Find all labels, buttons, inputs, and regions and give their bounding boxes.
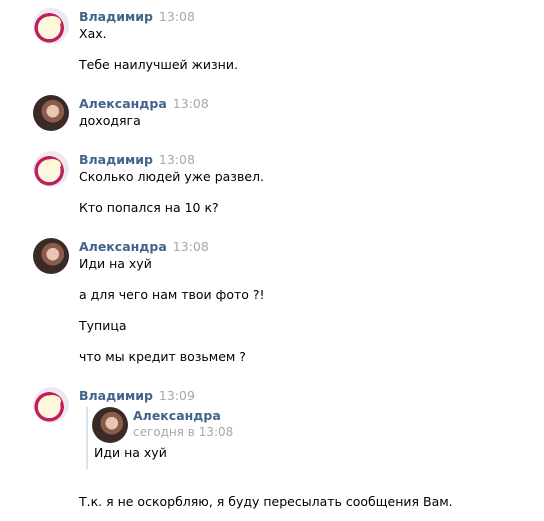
forwarded-text: Иди на хуй <box>94 445 167 460</box>
message-header: Владимир 13:09 <box>79 387 195 404</box>
message-group: Владимир 13:09 Александра сегодня в 13:08… <box>0 387 544 512</box>
avatar[interactable] <box>92 407 128 443</box>
message-group: Владимир 13:08 Сколько людей уже развел. … <box>0 151 544 221</box>
message-text: доходяга <box>79 113 141 128</box>
author-name[interactable]: Владимир <box>79 9 153 24</box>
avatar[interactable] <box>33 238 69 274</box>
avatar[interactable] <box>33 8 69 44</box>
avatar[interactable] <box>33 387 69 423</box>
message-text: Тебе наилучшей жизни. <box>79 57 238 72</box>
author-name[interactable]: Александра <box>79 239 167 254</box>
message-text: Тупица <box>79 318 127 333</box>
message-time[interactable]: 13:08 <box>159 152 195 167</box>
message-text: а для чего нам твои фото ?! <box>79 287 265 302</box>
message-text: Хах. <box>79 26 107 41</box>
author-name[interactable]: Владимир <box>79 388 153 403</box>
message-header: Владимир 13:08 <box>79 151 195 168</box>
message-time[interactable]: 13:08 <box>173 239 209 254</box>
message-header: Александра 13:08 <box>79 95 209 112</box>
message-time[interactable]: 13:08 <box>173 96 209 111</box>
message-group: Александра 13:08 доходяга <box>0 95 544 135</box>
author-name[interactable]: Александра <box>79 96 167 111</box>
message-group: Александра 13:08 Иди на хуй а для чего на… <box>0 238 544 368</box>
message-text: Иди на хуй <box>79 256 152 271</box>
message-header: Александра 13:08 <box>79 238 209 255</box>
message-time[interactable]: 13:08 <box>159 9 195 24</box>
message-text: Кто попался на 10 к? <box>79 200 219 215</box>
message-text: Т.к. я не оскорбляю, я буду пересылать с… <box>79 494 453 509</box>
forwarded-time[interactable]: сегодня в 13:08 <box>133 424 233 441</box>
message-time[interactable]: 13:09 <box>159 388 195 403</box>
message-text: Сколько людей уже развел. <box>79 169 264 184</box>
avatar[interactable] <box>33 151 69 187</box>
forwarded-message: Александра сегодня в 13:08 Иди на хуй <box>86 407 388 469</box>
message-header: Владимир 13:08 <box>79 8 195 25</box>
message-text: что мы кредит возьмем ? <box>79 349 246 364</box>
avatar[interactable] <box>33 95 69 131</box>
forwarded-author-name[interactable]: Александра <box>133 407 221 424</box>
message-group: Владимир 13:08 Хах. Тебе наилучшей жизни. <box>0 8 544 78</box>
author-name[interactable]: Владимир <box>79 152 153 167</box>
